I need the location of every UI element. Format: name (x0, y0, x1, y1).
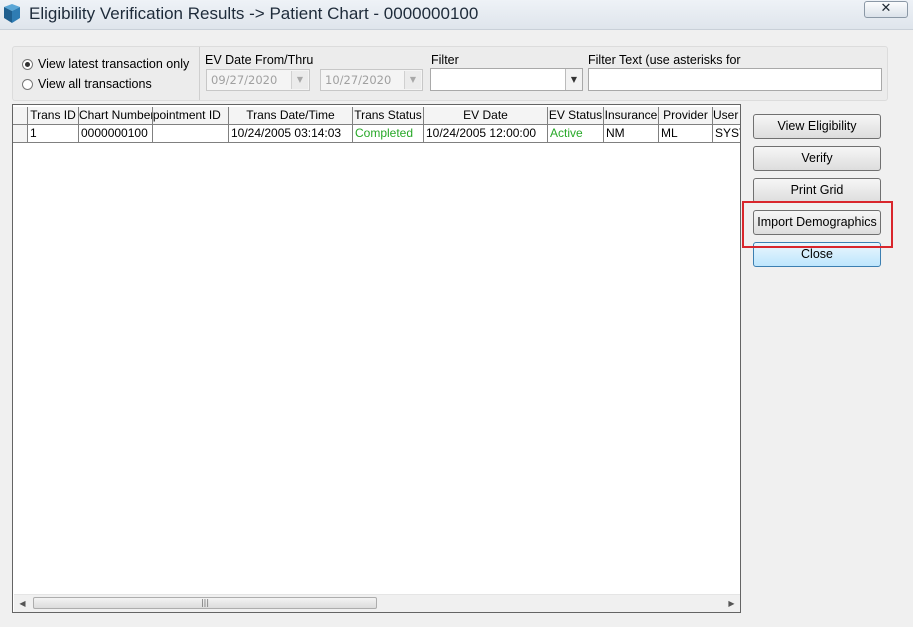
table-row[interactable]: 1 0000000100 10/24/2005 03:14:03 Complet… (13, 125, 740, 143)
divider (199, 47, 200, 100)
radio-all-transactions[interactable]: View all transactions (22, 77, 152, 91)
filter-dropdown[interactable]: ▼ (430, 68, 583, 91)
cell-appointment-id[interactable] (153, 125, 229, 143)
chevron-down-icon[interactable]: ▼ (291, 71, 308, 89)
chevron-down-icon[interactable]: ▼ (404, 71, 421, 89)
chevron-down-icon[interactable]: ▼ (565, 69, 582, 90)
highlight-annotation-box (742, 201, 893, 248)
column-header[interactable]: Chart Number (79, 107, 153, 125)
radio-latest-transaction[interactable]: View latest transaction only (22, 57, 189, 71)
scrollbar-thumb[interactable]: ||| (33, 597, 377, 609)
cell-trans-status[interactable]: Completed (353, 125, 424, 143)
cell-chart-number[interactable]: 0000000100 (79, 125, 153, 143)
column-header[interactable]: Appointment ID (153, 107, 229, 125)
row-selector[interactable] (13, 125, 28, 143)
print-grid-button[interactable]: Print Grid (753, 178, 881, 203)
column-header[interactable]: Trans Status (353, 107, 424, 125)
column-header[interactable]: Trans Date/Time (229, 107, 353, 125)
radio-button-selected[interactable] (22, 58, 33, 70)
radio-latest-label: View latest transaction only (38, 57, 190, 71)
filter-label: Filter (431, 53, 459, 67)
grid-header-row: Trans ID Chart Number Appointment ID Tra… (13, 107, 740, 125)
cell-provider[interactable]: ML (659, 125, 713, 143)
window-close-button[interactable]: ✕ (864, 1, 908, 18)
cell-user[interactable]: SYST (713, 125, 740, 143)
eligibility-results-window: Eligibility Verification Results -> Pati… (0, 0, 913, 627)
scroll-left-icon[interactable]: ◀ (14, 595, 31, 612)
column-header[interactable]: Trans ID (28, 107, 79, 125)
cell-trans-datetime[interactable]: 10/24/2005 03:14:03 (229, 125, 353, 143)
close-icon: ✕ (880, 1, 892, 16)
date-from-field[interactable]: 09/27/2020 ▼ (206, 69, 310, 91)
cell-ev-status[interactable]: Active (548, 125, 604, 143)
radio-all-label: View all transactions (38, 77, 152, 91)
column-header[interactable]: EV Status (548, 107, 604, 125)
filter-panel: View latest transaction only View all tr… (12, 46, 888, 101)
column-header[interactable]: User (713, 107, 740, 125)
transactions-grid[interactable]: Trans ID Chart Number Appointment ID Tra… (12, 104, 741, 613)
cell-trans-id[interactable]: 1 (28, 125, 79, 143)
cell-insurance[interactable]: NM (604, 125, 659, 143)
row-selector-header[interactable] (13, 107, 28, 125)
ev-date-label: EV Date From/Thru (205, 53, 314, 67)
cell-ev-date[interactable]: 10/24/2005 12:00:00 (424, 125, 548, 143)
radio-button[interactable] (22, 78, 33, 90)
column-header[interactable]: Insurance (604, 107, 659, 125)
date-from-value: 09/27/2020 (211, 73, 278, 87)
verify-button[interactable]: Verify (753, 146, 881, 171)
view-eligibility-button[interactable]: View Eligibility (753, 114, 881, 139)
column-header[interactable]: Provider (659, 107, 713, 125)
date-thru-value: 10/27/2020 (325, 73, 392, 87)
title-bar[interactable]: Eligibility Verification Results -> Pati… (0, 0, 913, 30)
filter-text-label: Filter Text (use asterisks for (588, 53, 741, 67)
date-thru-field[interactable]: 10/27/2020 ▼ (320, 69, 423, 91)
scroll-right-icon[interactable]: ▶ (723, 595, 740, 612)
column-header[interactable]: EV Date (424, 107, 548, 125)
horizontal-scrollbar[interactable]: ◀ ||| ▶ (14, 594, 740, 612)
window-title: Eligibility Verification Results -> Pati… (29, 4, 479, 23)
app-icon (3, 4, 21, 24)
filter-text-input[interactable] (588, 68, 882, 91)
